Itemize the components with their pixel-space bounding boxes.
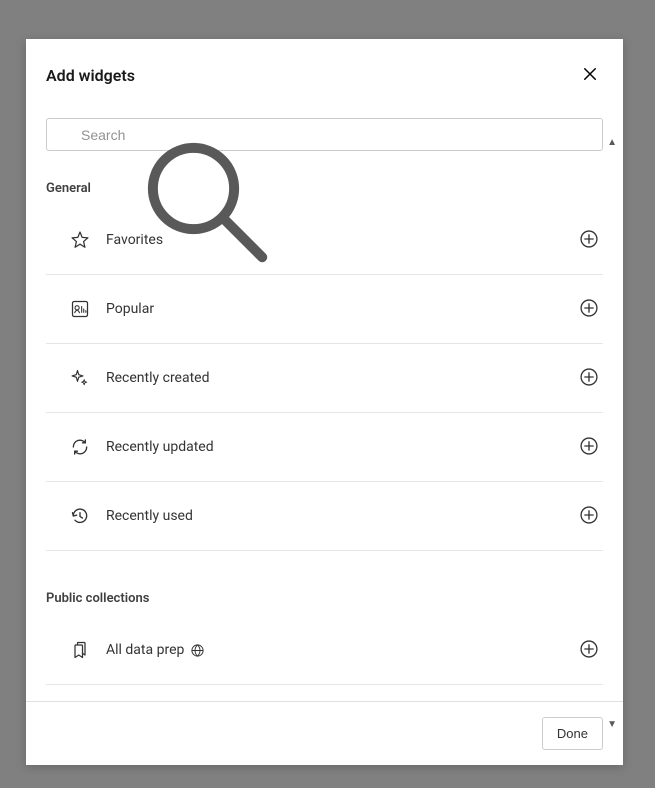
refresh-icon bbox=[70, 437, 90, 457]
widget-item-recently-updated: Recently updated bbox=[46, 413, 603, 482]
widget-item-all-data-prep: All data prep bbox=[46, 616, 603, 685]
general-widget-list: Favorites Popular Recently created Recen… bbox=[46, 206, 603, 551]
modal-title: Add widgets bbox=[46, 66, 135, 85]
widget-item-popular: Popular bbox=[46, 275, 603, 344]
add-button[interactable] bbox=[575, 636, 603, 664]
public-collections-widget-list: All data prep Collection B bbox=[46, 616, 603, 701]
plus-circle-icon bbox=[579, 298, 599, 321]
modal-body[interactable]: General Favorites Popular Recently creat… bbox=[26, 106, 623, 701]
section-title-public-collections: Public collections bbox=[46, 591, 603, 606]
popular-icon bbox=[70, 299, 90, 319]
plus-circle-icon bbox=[579, 505, 599, 528]
widget-label: Popular bbox=[106, 301, 575, 317]
widget-item-recently-created: Recently created bbox=[46, 344, 603, 413]
widget-label: All data prep bbox=[106, 642, 575, 658]
close-icon bbox=[581, 65, 599, 86]
done-button[interactable]: Done bbox=[542, 717, 603, 750]
add-widgets-modal: Add widgets General Favorites Popular bbox=[26, 39, 623, 765]
widget-label: Favorites bbox=[106, 232, 575, 248]
close-button[interactable] bbox=[577, 61, 603, 90]
add-button[interactable] bbox=[575, 433, 603, 461]
widget-item-collection-b: Collection B bbox=[46, 685, 603, 701]
search-wrapper bbox=[46, 118, 603, 151]
widget-label-text: All data prep bbox=[106, 642, 184, 658]
plus-circle-icon bbox=[579, 436, 599, 459]
widget-label: Recently used bbox=[106, 508, 575, 524]
add-button[interactable] bbox=[575, 502, 603, 530]
sparkle-icon bbox=[70, 368, 90, 388]
widget-label: Recently created bbox=[106, 370, 575, 386]
modal-header: Add widgets bbox=[26, 39, 623, 106]
star-icon bbox=[70, 230, 90, 250]
widget-label: Recently updated bbox=[106, 439, 575, 455]
history-icon bbox=[70, 506, 90, 526]
add-button[interactable] bbox=[575, 226, 603, 254]
modal-footer: Done bbox=[26, 701, 623, 765]
bookmarks-icon bbox=[70, 640, 90, 660]
add-button[interactable] bbox=[575, 295, 603, 323]
section-title-general: General bbox=[46, 181, 603, 196]
plus-circle-icon bbox=[579, 367, 599, 390]
search-input[interactable] bbox=[46, 118, 603, 151]
plus-circle-icon bbox=[579, 229, 599, 252]
globe-icon bbox=[190, 643, 205, 658]
plus-circle-icon bbox=[579, 639, 599, 662]
widget-item-recently-used: Recently used bbox=[46, 482, 603, 551]
add-button[interactable] bbox=[575, 364, 603, 392]
widget-item-favorites: Favorites bbox=[46, 206, 603, 275]
